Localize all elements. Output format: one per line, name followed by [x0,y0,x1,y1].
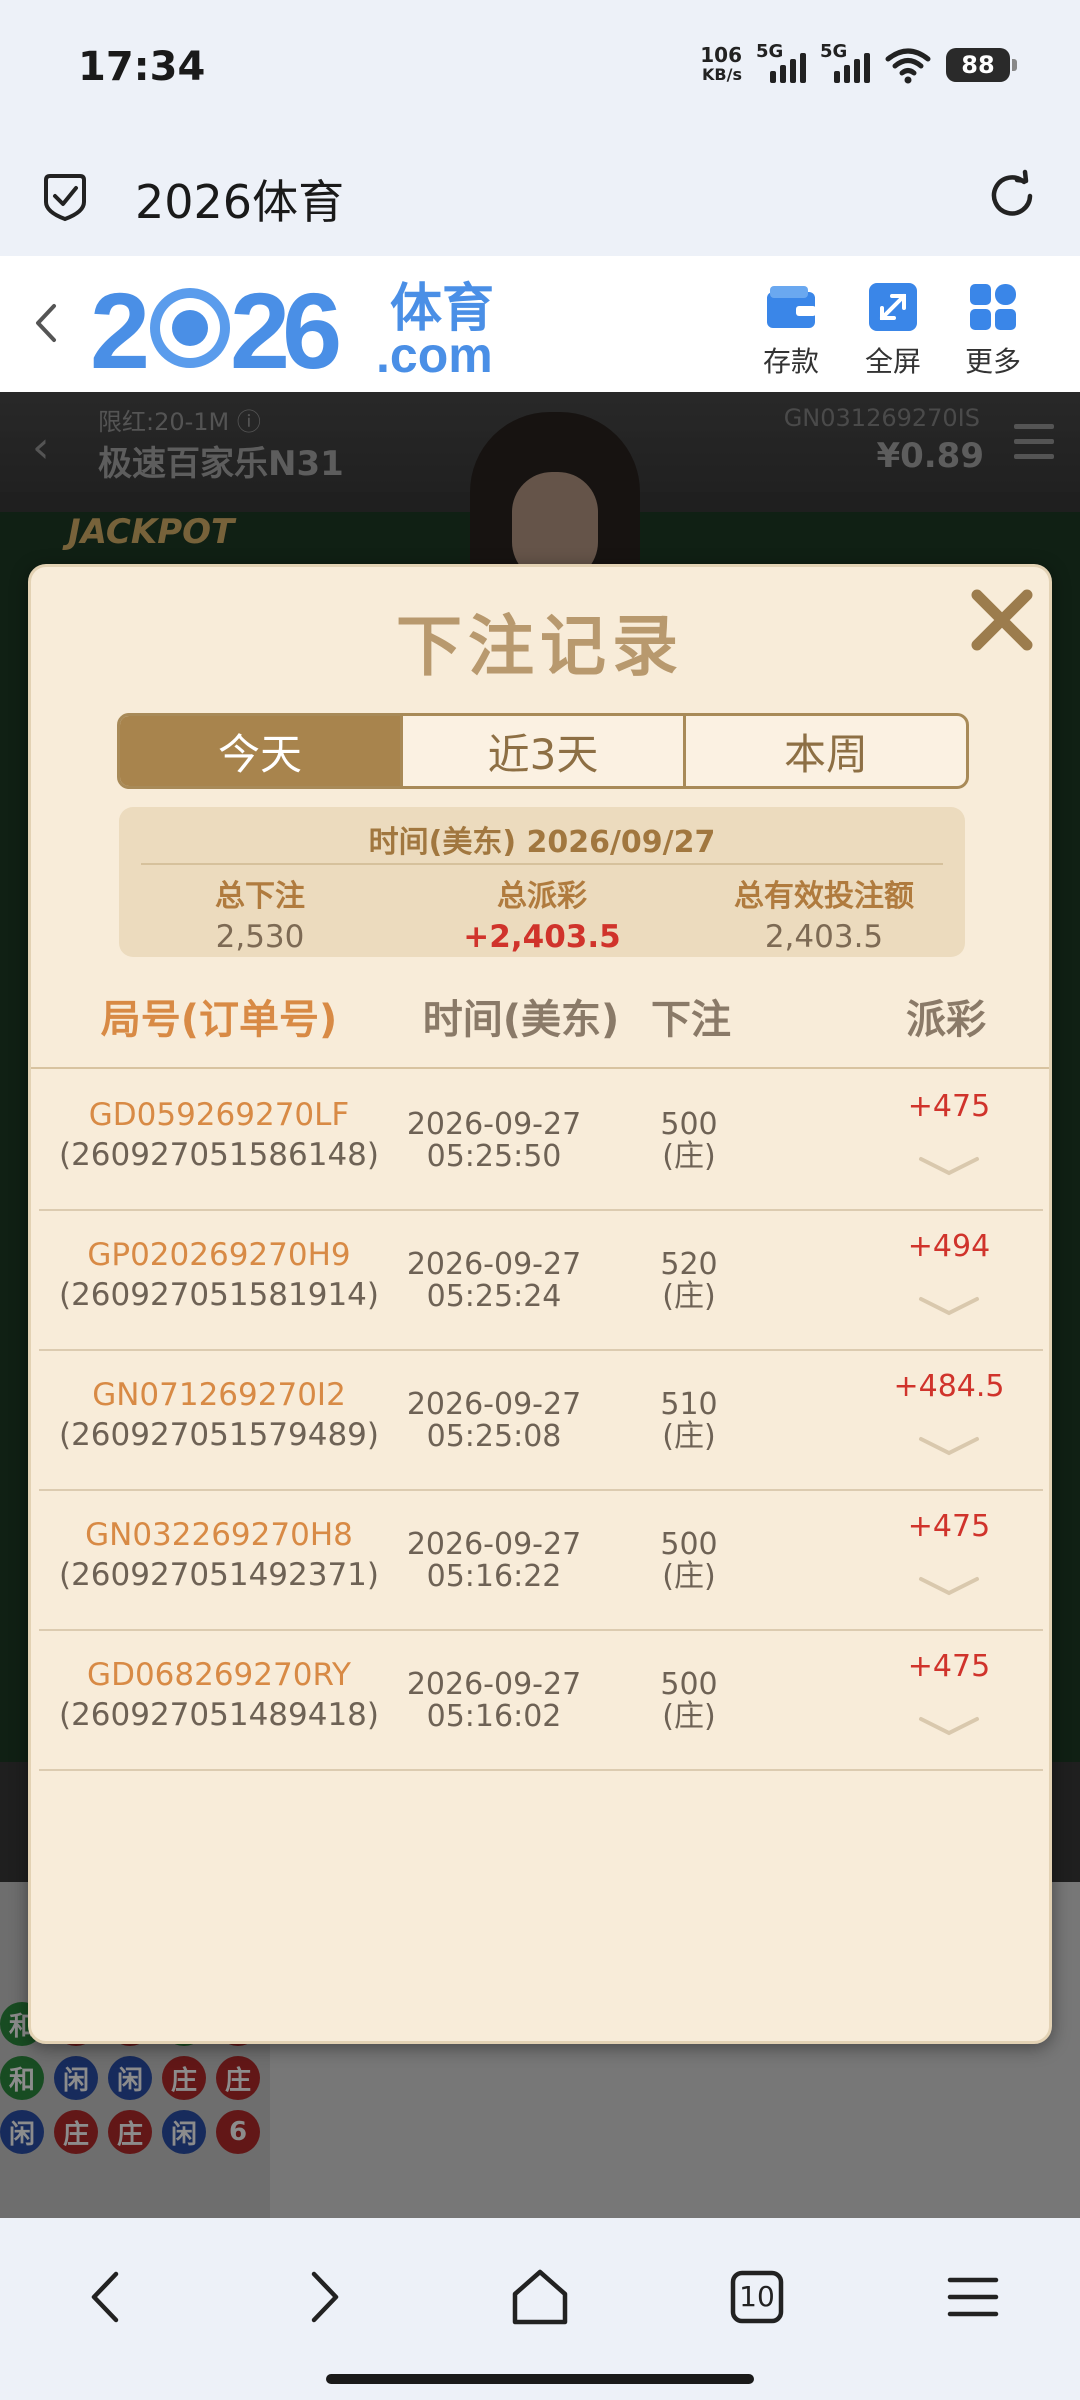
round-id: GP020269270H9 [87,1237,351,1273]
site-logo[interactable]: 2 26 体育 .com [90,270,530,391]
round-id: GN032269270H8 [85,1517,353,1553]
deposit-label: 存款 [762,345,819,378]
site-header: 2 26 体育 .com 存款 全屏 更多 [0,256,1080,392]
more-button[interactable]: 更多 [948,280,1038,380]
wallet-icon [767,286,816,328]
chevron-down-icon[interactable] [917,1713,981,1739]
payout-value: +475 [907,1089,991,1124]
more-label: 更多 [964,345,1021,378]
bet-amount: 520 (庄) [660,1247,718,1314]
total-bet-label: 总下注 [215,879,305,914]
summary-total-bet: 总下注 2,530 [119,871,401,955]
summary-total-payout: 总派彩 +2,403.5 [401,871,683,955]
summary-total-valid: 总有效投注额 2,403.5 [683,871,965,955]
order-id: (260927051586148) [58,1137,380,1173]
table-header: 局号(订单号) 时间(美东) 下注 派彩 [31,987,1049,1053]
fullscreen-label: 全屏 [864,345,921,378]
bet-time: 2026-09-27 05:25:50 [406,1107,582,1174]
tabs-button[interactable]: 10 [722,2262,792,2332]
round-id: GD059269270LF [88,1097,350,1133]
grid-icon [970,284,1016,330]
order-id: (260927051489418) [58,1697,380,1733]
payout-value: +475 [907,1509,991,1544]
signal-icon: 5G [820,41,870,85]
summary-panel: 时间(美东) 2026/09/27 总下注 2,530 总派彩 +2,403.5… [119,807,965,957]
bet-amount: 500 (庄) [660,1667,718,1734]
bet-time: 2026-09-27 05:16:22 [406,1527,582,1594]
net-speed: 106 KB/s [700,45,742,85]
total-payout-label: 总派彩 [497,879,587,914]
bet-time: 2026-09-27 05:16:02 [406,1667,582,1734]
battery-icon: 88 [946,48,1017,82]
payout-value: +475 [907,1649,991,1684]
date-range-tabs: 今天 近3天 本周 [117,713,969,789]
bet-list: GD059269270LF (260927051586148) 2026-09-… [39,1071,1043,1771]
payout-value: +484.5 [893,1369,1005,1404]
col-bet: 下注 [651,997,731,1043]
home-icon[interactable] [505,2262,575,2332]
order-id: (260927051581914) [58,1277,380,1313]
payout-value: +494 [907,1229,991,1264]
back-chevron-icon[interactable] [30,300,60,346]
total-valid-value: 2,403.5 [764,919,884,955]
signal-icon: 5G [756,41,806,85]
order-id: (260927051579489) [58,1417,380,1453]
svg-text:2: 2 [90,276,146,376]
chevron-down-icon[interactable] [917,1433,981,1459]
net-speed-unit: KB/s [702,65,742,84]
bet-amount: 500 (庄) [660,1107,718,1174]
tab-3days[interactable]: 近3天 [400,716,683,786]
tab-today[interactable]: 今天 [120,716,400,786]
bet-time: 2026-09-27 05:25:24 [406,1247,582,1314]
browser-nav-bar: 10 [0,2218,1080,2400]
fullscreen-icon [869,283,917,331]
tab-week[interactable]: 本周 [683,716,966,786]
status-icons: 106 KB/s 5G 5G 88 [700,40,1017,90]
chevron-down-icon[interactable] [917,1153,981,1179]
chevron-down-icon[interactable] [917,1573,981,1599]
chevron-down-icon[interactable] [917,1293,981,1319]
bet-amount: 510 (庄) [660,1387,718,1454]
bet-time: 2026-09-27 05:25:08 [406,1387,582,1454]
table-row[interactable]: GP020269270H9 (260927051581914) 2026-09-… [39,1211,1043,1351]
deposit-button[interactable]: 存款 [746,280,836,380]
fullscreen-button[interactable]: 全屏 [848,280,938,380]
bet-history-dialog: 下注记录 今天 近3天 本周 时间(美东) 2026/09/27 总下注 2,5… [28,564,1052,2044]
tabs-count: 10 [739,2280,775,2313]
bet-amount: 500 (庄) [660,1527,718,1594]
total-payout-value: +2,403.5 [463,919,621,955]
page-title: 2026体育 [135,175,345,229]
svg-text:.com: .com [376,327,493,376]
dialog-title: 下注记录 [396,608,684,685]
svg-text:26: 26 [230,276,339,376]
home-indicator[interactable] [326,2374,754,2384]
shield-check-icon[interactable] [40,172,90,222]
total-bet-value: 2,530 [215,919,305,955]
col-order: 局号(订单号) [100,997,338,1043]
menu-icon[interactable] [938,2262,1008,2332]
order-id: (260927051492371) [58,1557,380,1593]
status-bar: 17:34 106 KB/s 5G 5G 88 [0,0,1080,136]
status-time: 17:34 [78,44,206,90]
reload-icon[interactable] [984,168,1040,224]
col-payout: 派彩 [906,997,986,1043]
total-valid-label: 总有效投注额 [734,879,914,914]
browser-toolbar: 2026体育 [0,136,1080,256]
back-icon[interactable] [72,2262,142,2332]
wifi-icon [885,48,931,84]
table-row[interactable]: GN071269270I2 (260927051579489) 2026-09-… [39,1351,1043,1491]
round-id: GD068269270RY [87,1657,351,1693]
table-row[interactable]: GD059269270LF (260927051586148) 2026-09-… [39,1071,1043,1211]
forward-icon[interactable] [288,2262,358,2332]
table-row[interactable]: GN032269270H8 (260927051492371) 2026-09-… [39,1491,1043,1631]
col-time: 时间(美东) [422,997,620,1043]
round-id: GN071269270I2 [92,1377,346,1413]
summary-date: 时间(美东) 2026/09/27 [368,825,716,860]
table-row[interactable]: GD068269270RY (260927051489418) 2026-09-… [39,1631,1043,1771]
close-icon[interactable] [965,583,1039,657]
net-speed-value: 106 [700,43,742,67]
